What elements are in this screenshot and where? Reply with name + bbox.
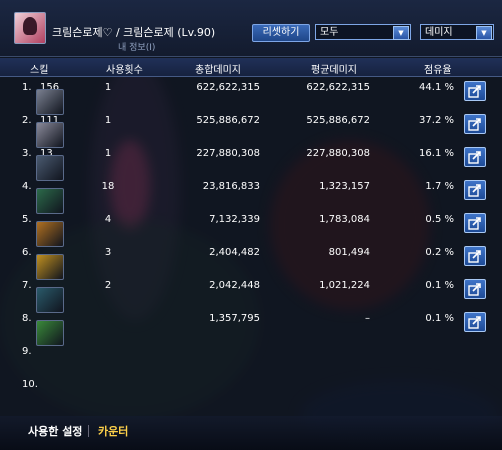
metric-select[interactable]: 데미지 ▼: [420, 24, 494, 40]
row-total-damage: 2,042,448: [209, 280, 260, 291]
footer-tabs: 사용한 설정 카운터: [0, 416, 502, 450]
table-row: 8. 1,357,795 – 0.1 %: [0, 311, 502, 348]
tab-divider: [88, 425, 89, 437]
lightning-skill-icon: [36, 221, 64, 247]
table-row: 6. 3 2,404,482 801,494 0.2 %: [0, 245, 502, 282]
share-button[interactable]: [464, 147, 486, 167]
filter-select[interactable]: 모두 ▼: [315, 24, 411, 40]
slash-skill-icon: [36, 89, 64, 115]
row-share: 44.1 %: [419, 82, 454, 93]
table-row: 10.: [0, 377, 502, 414]
character-name: 크림슨로제♡ / 크림슨로제 (Lv.90): [52, 26, 216, 39]
row-uses: 18: [101, 181, 115, 192]
share-button[interactable]: [464, 279, 486, 299]
share-button[interactable]: [464, 81, 486, 101]
green-burst-skill-icon: [36, 320, 64, 346]
row-rank: 10.: [22, 379, 38, 390]
row-total-damage: 622,622,315: [196, 82, 260, 93]
row-uses: 2: [104, 280, 112, 291]
table-row: 1. 156 1 622,622,315 622,622,315 44.1 %: [0, 80, 502, 117]
row-uses: 1: [104, 148, 112, 159]
row-avg-damage: 227,880,308: [306, 148, 370, 159]
share-arrow-icon: [468, 151, 481, 164]
share-button[interactable]: [464, 180, 486, 200]
row-total-damage: 23,816,833: [202, 181, 260, 192]
green-arc-skill-icon: [36, 188, 64, 214]
share-arrow-icon: [468, 316, 481, 329]
row-share: 1.7 %: [425, 181, 454, 192]
row-share: 0.2 %: [425, 247, 454, 258]
row-uses: 1: [104, 115, 112, 126]
table-row: 5. 4 7,132,339 1,783,084 0.5 %: [0, 212, 502, 249]
share-button[interactable]: [464, 312, 486, 332]
avatar: [14, 12, 46, 44]
row-total-damage: 1,357,795: [209, 313, 260, 324]
row-avg-damage: 1,323,157: [319, 181, 370, 192]
row-avg-damage: 525,886,672: [306, 115, 370, 126]
table-row: 7. 2 2,042,448 1,021,224 0.1 %: [0, 278, 502, 315]
dash-skill-icon: [36, 287, 64, 313]
row-share: 0.1 %: [425, 313, 454, 324]
share-button[interactable]: [464, 114, 486, 134]
col-share: 점유율: [424, 65, 452, 76]
summon-skill-icon: [36, 155, 64, 181]
row-uses: 3: [104, 247, 112, 258]
share-arrow-icon: [468, 217, 481, 230]
row-rank: 1.: [22, 82, 32, 93]
row-rank: 3.: [22, 148, 32, 159]
row-share: 0.5 %: [425, 214, 454, 225]
share-arrow-icon: [468, 184, 481, 197]
share-button[interactable]: [464, 213, 486, 233]
share-arrow-icon: [468, 250, 481, 263]
row-avg-damage: 622,622,315: [306, 82, 370, 93]
row-rank: 4.: [22, 181, 32, 192]
chevron-down-icon: ▼: [476, 26, 492, 40]
col-uses: 사용횟수: [106, 65, 143, 76]
share-arrow-icon: [468, 283, 481, 296]
row-avg-damage: 1,021,224: [319, 280, 370, 291]
chevron-down-icon: ▼: [393, 26, 409, 40]
row-total-damage: 7,132,339: [209, 214, 260, 225]
table-row: 3. 13 1 227,880,308 227,880,308 16.1 %: [0, 146, 502, 183]
table-row: 9.: [0, 344, 502, 381]
table-header: 스킬 사용횟수 총합데미지 평균데미지 점유율: [0, 58, 502, 77]
row-rank: 8.: [22, 313, 32, 324]
tab-counter[interactable]: 카운터: [98, 423, 128, 439]
blade-skill-icon: [36, 122, 64, 148]
col-skill: 스킬: [30, 65, 49, 76]
row-total-damage: 525,886,672: [196, 115, 260, 126]
row-avg-damage: 1,783,084: [319, 214, 370, 225]
row-rank: 2.: [22, 115, 32, 126]
row-rank: 6.: [22, 247, 32, 258]
row-avg-damage: 801,494: [328, 247, 370, 258]
row-total-damage: 2,404,482: [209, 247, 260, 258]
share-button[interactable]: [464, 246, 486, 266]
table-row: 2. 111 1 525,886,672 525,886,672 37.2 %: [0, 113, 502, 150]
row-rank: 5.: [22, 214, 32, 225]
tab-settings[interactable]: 사용한 설정: [28, 423, 82, 439]
col-total: 총합데미지: [195, 65, 241, 76]
header-bar: 크림슨로제♡ / 크림슨로제 (Lv.90) 내 정보(I) 리셋하기 모두 ▼…: [0, 0, 502, 57]
share-arrow-icon: [468, 118, 481, 131]
filter-select-value: 모두: [320, 27, 339, 38]
reset-button[interactable]: 리셋하기: [252, 24, 310, 42]
row-share: 0.1 %: [425, 280, 454, 291]
row-rank: 9.: [22, 346, 32, 357]
row-share: 37.2 %: [419, 115, 454, 126]
row-uses: 1: [104, 82, 112, 93]
row-uses: 4: [104, 214, 112, 225]
share-arrow-icon: [468, 85, 481, 98]
golden-orb-skill-icon: [36, 254, 64, 280]
table-row: 4. 18 23,816,833 1,323,157 1.7 %: [0, 179, 502, 216]
row-share: 16.1 %: [419, 148, 454, 159]
row-total-damage: 227,880,308: [196, 148, 260, 159]
metric-select-value: 데미지: [425, 27, 453, 38]
col-avg: 평균데미지: [311, 65, 357, 76]
info-label: 내 정보(I): [118, 43, 156, 53]
row-rank: 7.: [22, 280, 32, 291]
row-avg-damage: –: [365, 313, 370, 324]
